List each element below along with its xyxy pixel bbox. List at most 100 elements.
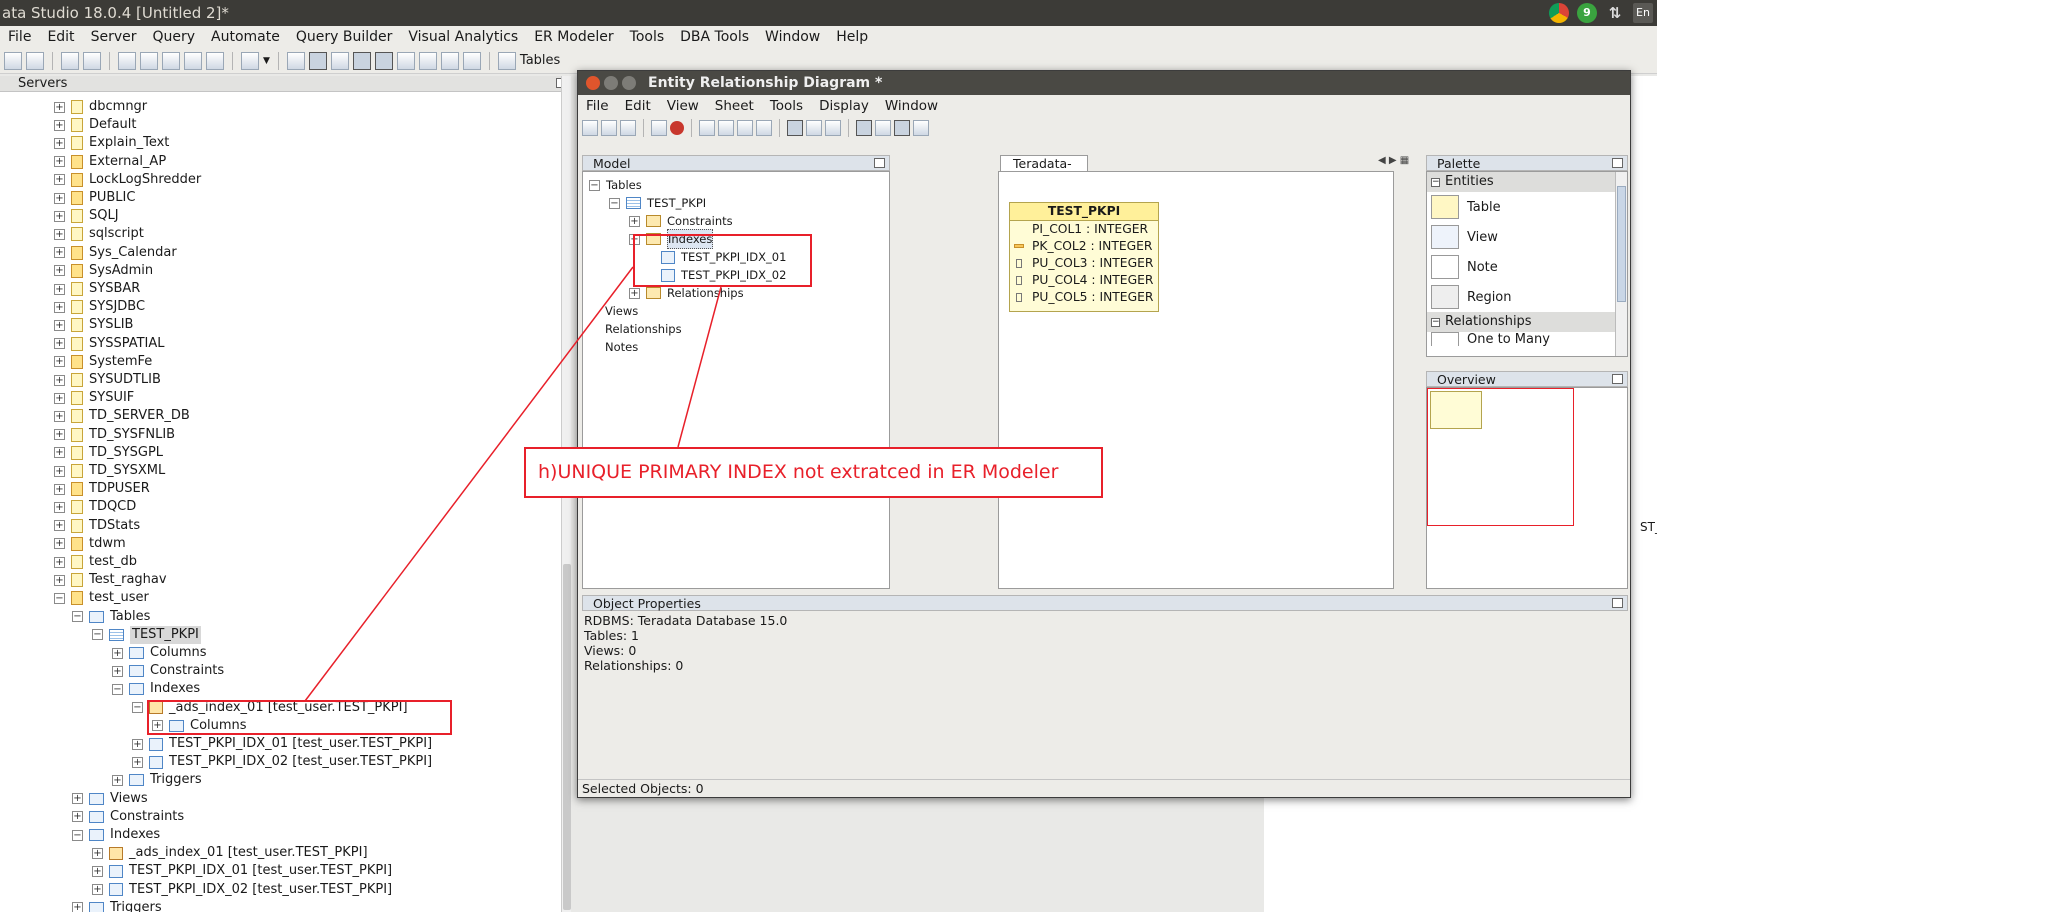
entity-column[interactable]: PU_COL4 : INTEGER [1010,272,1158,289]
expand-toggle[interactable]: − [54,592,65,604]
expand-toggle[interactable]: + [72,811,83,823]
expand-toggle[interactable]: + [54,319,65,331]
sheet-list-icon[interactable]: ▦ [1400,155,1409,166]
expand-toggle[interactable]: + [72,793,83,805]
expand-toggle[interactable]: + [112,647,123,659]
expand-toggle[interactable]: + [112,665,123,677]
tree-item-indexes[interactable]: − Indexes [112,680,200,698]
tree-item-sqlscript[interactable]: + sqlscript [54,225,144,243]
toolbar-button-9[interactable] [206,51,224,70]
tree-item-locklogshredder[interactable]: + LockLogShredder [54,171,201,189]
palette-scrollbar[interactable] [1615,172,1627,356]
er-menu-window[interactable]: Window [877,98,946,114]
palette-item-note[interactable]: Note [1427,252,1627,282]
toolbar-button-16[interactable] [396,51,415,70]
expand-toggle[interactable]: + [54,137,65,149]
expand-toggle[interactable]: + [54,520,65,532]
toolbar-button-15[interactable] [374,51,393,70]
palette-item-region[interactable]: Region [1427,282,1627,312]
maximize-window-button[interactable] [622,76,636,90]
tree-item-tdqcd[interactable]: + TDQCD [54,498,136,516]
tree-item-systemfe[interactable]: + SystemFe [54,353,152,371]
tree-item-tdpuser[interactable]: + TDPUSER [54,480,150,498]
expand-toggle[interactable]: + [54,210,65,222]
expand-toggle[interactable]: − [112,683,123,695]
keyboard-layout-indicator[interactable]: En [1633,3,1653,23]
model-tree-views[interactable]: Views [605,302,638,320]
menu-window[interactable]: Window [757,29,828,45]
view-mode-3-icon[interactable] [825,120,841,136]
tree-item-explain-text[interactable]: + Explain_Text [54,134,169,152]
tree-item-syslib[interactable]: + SYSLIB [54,316,133,334]
toolbar-button-12[interactable] [308,51,327,70]
tree-item-dbcmngr[interactable]: + dbcmngr [54,98,147,116]
overview-viewport[interactable] [1427,388,1574,526]
update-badge-icon[interactable]: 9 [1577,3,1597,23]
toolbar-button-10[interactable] [241,51,259,70]
view-mode-1-icon[interactable] [787,120,803,136]
expand-toggle[interactable]: + [54,101,65,113]
tree-item-sysspatial[interactable]: + SYSSPATIAL [54,335,165,353]
tree-item-sys-calendar[interactable]: + Sys_Calendar [54,244,177,262]
er-menu-sheet[interactable]: Sheet [707,98,762,114]
zoom-fit-icon[interactable] [699,120,715,136]
tree-item-td-sysxml[interactable]: + TD_SYSXML [54,462,165,480]
tree-item-td-sysfnlib[interactable]: + TD_SYSFNLIB [54,426,175,444]
blank-icon[interactable] [620,120,636,136]
expand-toggle[interactable]: + [54,283,65,295]
expand-toggle[interactable]: + [92,865,103,877]
tree-item-tdwm[interactable]: + tdwm [54,535,126,553]
save-icon[interactable] [582,120,598,136]
tree-item-td-sysgpl[interactable]: + TD_SYSGPL [54,444,163,462]
expand-toggle[interactable]: + [54,192,65,204]
expand-toggle[interactable]: + [54,301,65,313]
tree-item-tables[interactable]: − Tables [72,608,150,626]
print-icon[interactable] [601,120,617,136]
tree-item-test-pkpi-idx-01-test-user-test-pkpi[interactable]: + TEST_PKPI_IDX_01 [test_user.TEST_PKPI] [92,862,392,880]
tree-item-columns[interactable]: + Columns [112,644,207,662]
scrollbar-thumb[interactable] [1617,186,1626,302]
tree-item-test-pkpi-idx-02-test-user-test-pkpi[interactable]: + TEST_PKPI_IDX_02 [test_user.TEST_PKPI] [132,753,432,771]
expand-toggle[interactable]: + [92,847,103,859]
expand-toggle[interactable]: + [54,174,65,186]
tree-item-sqlj[interactable]: + SQLJ [54,207,119,225]
tree-item-default[interactable]: + Default [54,116,137,134]
toolbar-button-8[interactable] [184,51,202,70]
menu-file[interactable]: File [0,29,39,45]
diagram-canvas[interactable]: TEST_PKPI PI_COL1 : INTEGER PK_COL2 : IN… [998,171,1394,589]
expand-toggle[interactable]: + [54,265,65,277]
note-tool-icon[interactable] [651,120,667,136]
toolbar-button-5[interactable] [118,51,136,70]
toolbar-button-19[interactable] [462,51,481,70]
expand-toggle[interactable]: − [72,611,83,623]
menu-er-modeler[interactable]: ER Modeler [526,29,621,45]
er-menu-edit[interactable]: Edit [617,98,659,114]
tree-item-public[interactable]: + PUBLIC [54,189,135,207]
toolbar-button-18[interactable] [440,51,459,70]
minimize-window-button[interactable] [604,76,618,90]
tree-item-test-pkpi-idx-01-test-user-test-pkpi[interactable]: + TEST_PKPI_IDX_01 [test_user.TEST_PKPI] [132,735,432,753]
expand-toggle[interactable]: − [92,629,103,641]
tree-item-triggers[interactable]: + Triggers [112,771,202,789]
zoom-reset-icon[interactable] [756,120,772,136]
expand-toggle[interactable]: + [54,356,65,368]
expand-toggle[interactable]: + [72,902,83,912]
model-tree-top-relationships[interactable]: Relationships [605,320,682,338]
expand-toggle[interactable]: + [132,756,143,768]
zoom-out-icon[interactable] [737,120,753,136]
toolbar-button-3[interactable] [61,51,79,70]
toolbar-button-11[interactable] [286,51,305,70]
close-window-button[interactable] [586,76,600,90]
tables-icon[interactable] [497,51,516,70]
zoom-in-icon[interactable] [718,120,734,136]
entity-column[interactable]: PU_COL5 : INTEGER [1010,289,1158,306]
tree-item-ads-index-01-test-user-test-pkpi[interactable]: + _ads_index_01 [test_user.TEST_PKPI] [92,844,368,862]
scrollbar-thumb[interactable] [563,564,571,910]
stop-icon[interactable] [670,121,684,135]
expand-toggle[interactable]: + [54,574,65,586]
menu-dba-tools[interactable]: DBA Tools [672,29,757,45]
sheet-tab[interactable]: Teradata-15 [1000,155,1088,187]
er-menu-view[interactable]: View [659,98,707,114]
expand-toggle[interactable]: + [54,228,65,240]
expand-toggle[interactable]: + [54,156,65,168]
